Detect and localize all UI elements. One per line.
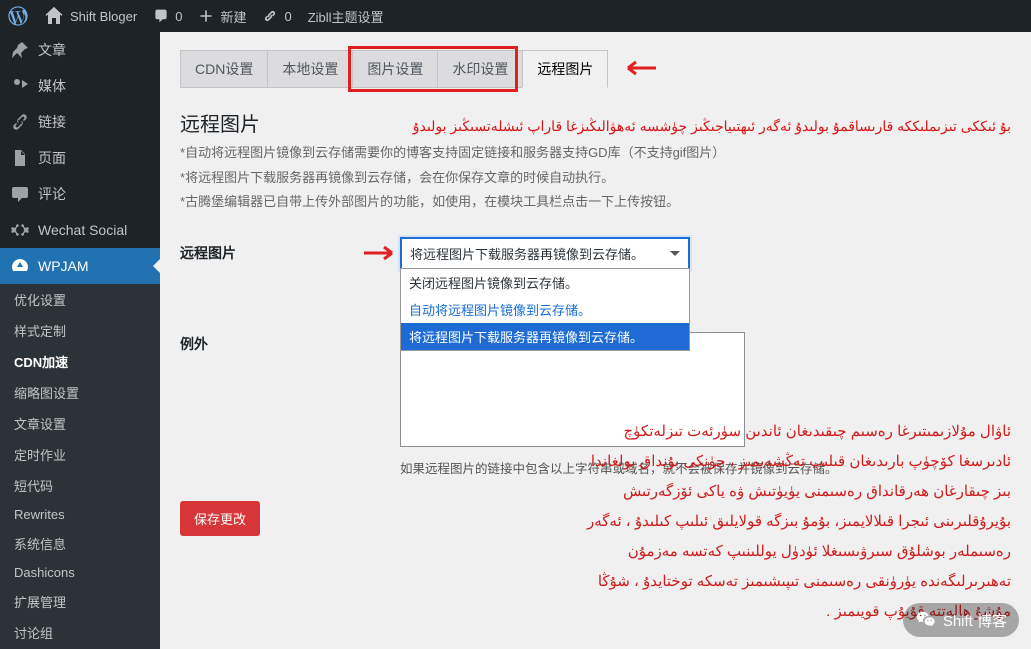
wp-logo[interactable] [0,0,36,32]
sidebar-item-label: 文章 [38,40,66,60]
home-icon [44,6,64,26]
section-title: 远程图片 [180,108,260,137]
zibll-label: Zibll主题设置 [308,7,384,26]
page-icon [10,148,30,168]
sidebar-item-label: 链接 [38,112,66,132]
sidebar-item-posts[interactable]: 文章 [0,32,160,68]
sidebar-item-pages[interactable]: 页面 [0,140,160,176]
sidebar-item-comments[interactable]: 评论 [0,176,160,212]
wechat-badge-label: Shift 博客 [943,610,1007,631]
comment-icon [10,184,30,204]
submenu-item[interactable]: 样式定制 [0,315,160,346]
sidebar-item-wpjam[interactable]: WPJAM [0,248,160,284]
submenu-item[interactable]: Dashicons [0,559,160,586]
new-label: 新建 [220,7,246,26]
comments-count: 0 [175,9,182,24]
sidebar-item-label: 媒体 [38,76,66,96]
annotation-ug-paragraph: ئاۋال مۇلازىمىتىرغا رەسىم چىقىدىغان ئاند… [581,417,1011,627]
save-button[interactable]: 保存更改 [180,501,260,536]
sidebar-item-label: Wechat Social [38,222,127,238]
comments-link[interactable]: 0 [145,0,190,32]
site-name-label: Shift Bloger [70,9,137,24]
sidebar-item-label: WPJAM [38,258,89,274]
wordpress-icon [8,6,28,26]
submenu-item[interactable]: 缩略图设置 [0,377,160,408]
sidebar-item-label: 页面 [38,148,66,168]
select-dropdown: 关闭远程图片镜像到云存储。 自动将远程图片镜像到云存储。 将远程图片下载服务器再… [400,268,690,351]
tab-image[interactable]: 图片设置 [352,50,438,88]
tab-remote[interactable]: 远程图片 [522,50,608,88]
submenu-item[interactable]: 优化设置 [0,284,160,315]
note-line: 将远程图片下载服务器再镜像到云存储，会在你保存文章的时候自动执行。 [180,166,1011,191]
remote-image-select[interactable]: 将远程图片下载服务器再镜像到云存储。 关闭远程图片镜像到云存储。 自动将远程图片… [400,237,690,270]
tab-cdn[interactable]: CDN设置 [180,50,268,88]
form-label: 例外 [180,328,400,354]
sidebar-submenu: 优化设置 样式定制 CDN加速 缩略图设置 文章设置 定时作业 短代码 Rewr… [0,284,160,649]
submenu-item[interactable]: 文章设置 [0,408,160,439]
wechat-icon [915,609,937,631]
note-line: 自动将远程图片镜像到云存储需要你的博客支持固定链接和服务器支持GD库（不支持gi… [180,141,1011,166]
site-name[interactable]: Shift Bloger [36,0,145,32]
main-content: CDN设置 本地设置 图片设置 水印设置 远程图片 远程图片 بۇ ئىككى … [160,32,1031,649]
select-option[interactable]: 自动将远程图片镜像到云存储。 [401,296,689,323]
media-icon [10,76,30,96]
pin-icon [10,40,30,60]
admin-sidebar: 文章 媒体 链接 页面 评论 Wechat Social WPJAM 优化设置 … [0,32,160,649]
comment-icon [153,8,169,24]
zibll-theme-settings[interactable]: Zibll主题设置 [300,0,392,32]
select-option[interactable]: 关闭远程图片镜像到云存储。 [401,269,689,296]
section-notes: 自动将远程图片镜像到云存储需要你的博客支持固定链接和服务器支持GD库（不支持gi… [180,141,1011,215]
sidebar-item-links[interactable]: 链接 [0,104,160,140]
submenu-item[interactable]: 讨论组 [0,617,160,648]
tab-watermark[interactable]: 水印设置 [437,50,523,88]
submenu-item[interactable]: 短代码 [0,470,160,501]
submenu-item[interactable]: 系统信息 [0,528,160,559]
submenu-item[interactable]: Rewrites [0,501,160,528]
tab-local[interactable]: 本地设置 [267,50,353,88]
sidebar-item-label: 评论 [38,184,66,204]
plus-icon [198,8,214,24]
links-count: 0 [284,9,291,24]
tab-bar: CDN设置 本地设置 图片设置 水印设置 远程图片 [180,50,1011,88]
select-current-value[interactable]: 将远程图片下载服务器再镜像到云存储。 [402,239,688,268]
submenu-item[interactable]: 扩展管理 [0,586,160,617]
annotation-ug-top: بۇ ئىككى تىزىملىككە قارىساقمۇ بولىدۇ ئەگ… [278,118,1011,135]
select-option[interactable]: 将远程图片下载服务器再镜像到云存储。 [401,323,689,350]
link-icon [10,112,30,132]
links-link[interactable]: 0 [254,0,299,32]
sidebar-item-wechat[interactable]: Wechat Social [0,212,160,248]
sidebar-item-media[interactable]: 媒体 [0,68,160,104]
submenu-item-cdn[interactable]: CDN加速 [0,346,160,377]
form-label: 远程图片 [180,237,400,263]
gear-icon [10,220,30,240]
link-icon [262,8,278,24]
annotation-arrow-icon [618,56,658,80]
wechat-badge: Shift 博客 [903,603,1019,637]
submenu-item[interactable]: 定时作业 [0,439,160,470]
note-line: 古腾堡编辑器已自带上传外部图片的功能，如使用，在模块工具栏点击一下上传按钮。 [180,190,1011,215]
admin-bar: Shift Bloger 0 新建 0 Zibll主题设置 [0,0,1031,32]
new-button[interactable]: 新建 [190,0,254,32]
gauge-icon [10,256,30,276]
form-row-remote: 远程图片 将远程图片下载服务器再镜像到云存储。 关闭远程图片镜像到云存储。 自动… [180,237,1011,270]
